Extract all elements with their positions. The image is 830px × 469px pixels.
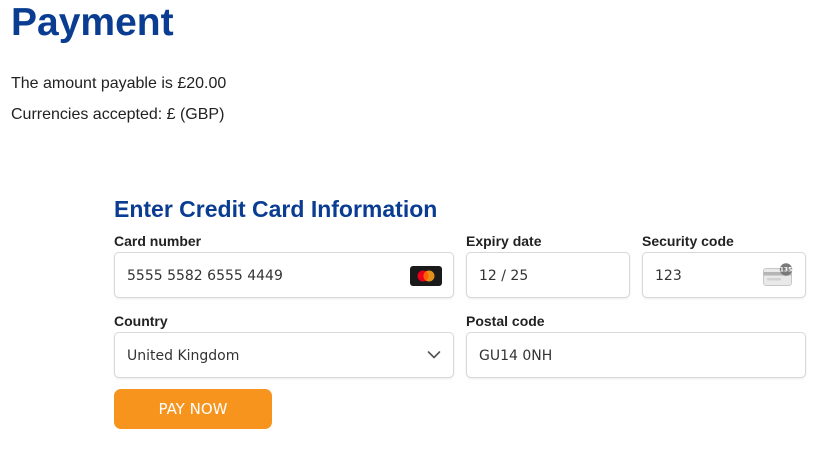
- postal-code-value: GU14 0NH: [479, 348, 553, 364]
- expiry-date-value: 12 / 25: [479, 268, 529, 284]
- postal-code-field[interactable]: GU14 0NH: [466, 332, 806, 378]
- pay-now-button[interactable]: PAY NOW: [114, 389, 272, 429]
- card-number-label: Card number: [114, 233, 202, 249]
- page-title: Payment: [11, 1, 174, 44]
- security-code-value: 123: [655, 268, 682, 284]
- card-number-field[interactable]: 5555 5582 6555 4449: [114, 252, 454, 298]
- security-code-field[interactable]: 123 135: [642, 252, 806, 298]
- currencies-accepted-text: Currencies accepted: £ (GBP): [11, 106, 225, 123]
- country-label: Country: [114, 313, 168, 329]
- mastercard-icon: [410, 266, 442, 286]
- expiry-date-label: Expiry date: [466, 233, 542, 249]
- postal-code-label: Postal code: [466, 313, 545, 329]
- security-code-label: Security code: [642, 233, 734, 249]
- country-select[interactable]: United Kingdom: [114, 332, 454, 378]
- chevron-down-icon: [427, 351, 441, 359]
- form-heading: Enter Credit Card Information: [114, 196, 438, 222]
- cvc-card-icon: 135: [763, 263, 793, 286]
- country-value: United Kingdom: [127, 348, 240, 364]
- cvc-badge-text: 135: [780, 267, 793, 274]
- expiry-date-field[interactable]: 12 / 25: [466, 252, 630, 298]
- card-number-value: 5555 5582 6555 4449: [127, 268, 283, 284]
- amount-payable-text: The amount payable is £20.00: [11, 75, 227, 92]
